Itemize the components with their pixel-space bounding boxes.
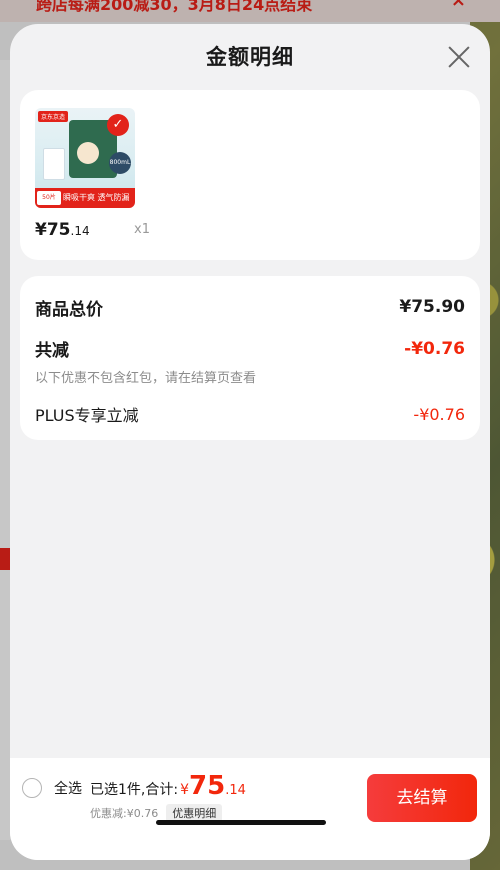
product-price-int: 75 [46, 220, 71, 240]
selected-prefix: 已选1件,合计: [90, 782, 179, 798]
total-currency-symbol: ¥ [180, 782, 189, 798]
total-amount-int: 75 [189, 771, 226, 801]
total-reduce-row: 共减 -¥0.76 [35, 336, 465, 362]
checkout-bar: 全选 已选1件,合计: ¥ 75 .14 优惠减:¥0.76 优惠明细 去结算 [10, 758, 490, 860]
select-all-checkbox[interactable] [22, 778, 42, 798]
product-price-symbol: ¥ [35, 220, 47, 240]
thumb-feature-text: 瞬吸干爽 透气防漏 [63, 193, 130, 202]
total-price-label: 商品总价 [35, 299, 103, 320]
plus-discount-value: -¥0.76 [413, 404, 465, 424]
amount-detail-sheet: 金额明细 京东京造 ✓ 800mL 50片 瞬吸干爽 透气防漏 ¥ 75 .14… [10, 24, 490, 860]
close-icon[interactable] [448, 46, 470, 68]
product-card: 京东京造 ✓ 800mL 50片 瞬吸干爽 透气防漏 ¥ 75 .14 x1 [20, 90, 480, 260]
select-all-label[interactable]: 全选 [54, 778, 82, 798]
total-reduce-value: -¥0.76 [404, 338, 465, 359]
total-price-row: 商品总价 ¥75.90 [35, 292, 465, 322]
product-price: ¥ 75 .14 [35, 220, 135, 240]
checkout-button[interactable]: 去结算 [367, 774, 477, 822]
sheet-title: 金额明细 [206, 45, 294, 69]
thumb-capacity-badge: 800mL [109, 152, 131, 174]
price-summary-card: 商品总价 ¥75.90 共减 -¥0.76 以下优惠不包含红包，请在结算页查看 … [20, 276, 480, 440]
total-price-value: ¥75.90 [399, 297, 465, 317]
thumb-feature-bar: 50片 瞬吸干爽 透气防漏 [35, 188, 135, 208]
check-badge-icon: ✓ [107, 114, 129, 136]
selected-summary: 已选1件,合计: ¥ 75 .14 [90, 771, 246, 801]
sheet-header: 金额明细 [10, 24, 490, 90]
thumb-count-tag: 50片 [37, 191, 61, 205]
product-quantity: x1 [134, 222, 150, 237]
reduce-note: 以下优惠不包含红包，请在结算页查看 [35, 371, 257, 386]
product-price-dec: .14 [70, 224, 90, 238]
thumb-brand-logo: 京东京造 [38, 111, 69, 122]
product-thumbnail[interactable]: 京东京造 ✓ 800mL 50片 瞬吸干爽 透气防漏 [35, 108, 135, 208]
total-reduce-label: 共减 [35, 341, 69, 361]
discount-text: 优惠减:¥0.76 [90, 807, 159, 820]
total-amount-dec: .14 [225, 783, 246, 798]
plus-discount-row: PLUS专享立减 -¥0.76 [35, 402, 465, 426]
plus-discount-label: PLUS专享立减 [35, 406, 139, 425]
thumb-diaper-pack [43, 148, 65, 180]
home-indicator [156, 820, 326, 825]
